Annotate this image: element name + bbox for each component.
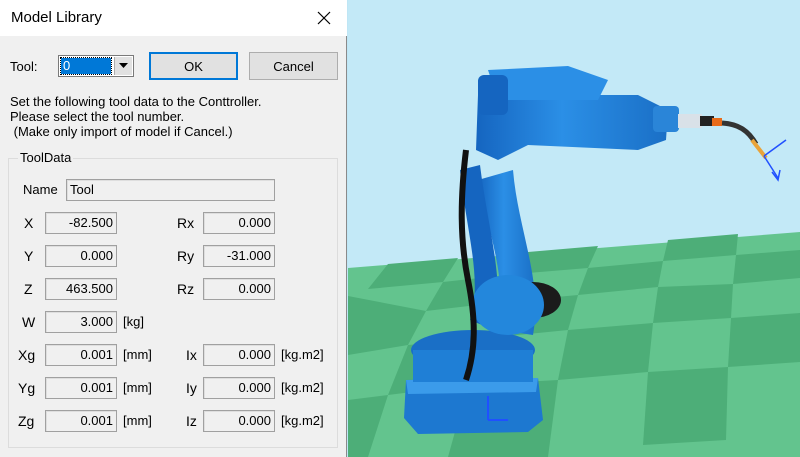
3d-viewport[interactable] bbox=[348, 0, 800, 457]
ix-field[interactable]: 0.000 bbox=[203, 344, 275, 366]
tool-number-value: 0 bbox=[60, 57, 112, 75]
cancel-button[interactable]: Cancel bbox=[249, 52, 338, 80]
tool-number-dropdown[interactable]: 0 bbox=[58, 55, 134, 77]
x-field[interactable]: -82.500 bbox=[45, 212, 117, 234]
w-unit: [kg] bbox=[123, 314, 144, 329]
iz-field[interactable]: 0.000 bbox=[203, 410, 275, 432]
w-field[interactable]: 3.000 bbox=[45, 311, 117, 333]
ry-label: Ry bbox=[177, 248, 195, 264]
xg-label: Xg bbox=[18, 347, 36, 363]
zg-label: Zg bbox=[18, 413, 35, 429]
name-field[interactable]: Tool bbox=[66, 179, 275, 201]
name-label: Name bbox=[23, 182, 58, 197]
close-button[interactable] bbox=[306, 3, 342, 33]
z-field[interactable]: 463.500 bbox=[45, 278, 117, 300]
ry-field[interactable]: -31.000 bbox=[203, 245, 275, 267]
rx-field[interactable]: 0.000 bbox=[203, 212, 275, 234]
x-label: X bbox=[24, 215, 34, 231]
yg-label: Yg bbox=[18, 380, 36, 396]
tooldata-groupbox bbox=[8, 158, 338, 448]
zg-unit: [mm] bbox=[123, 413, 152, 428]
tool-label: Tool: bbox=[10, 59, 38, 74]
rz-label: Rz bbox=[177, 281, 195, 297]
ok-button[interactable]: OK bbox=[149, 52, 238, 80]
tooldata-group-title: ToolData bbox=[18, 150, 74, 165]
model-library-dialog: Model Library Tool: 0 OK Cancel Set the … bbox=[0, 0, 347, 457]
robot-scene bbox=[348, 0, 800, 457]
xg-unit: [mm] bbox=[123, 347, 152, 362]
title-bar[interactable]: Model Library bbox=[0, 0, 347, 36]
z-label: Z bbox=[24, 281, 33, 297]
y-label: Y bbox=[24, 248, 34, 264]
ix-label: Ix bbox=[186, 347, 197, 363]
dropdown-arrow-button[interactable] bbox=[114, 57, 132, 75]
iy-label: Iy bbox=[186, 380, 197, 396]
y-field[interactable]: 0.000 bbox=[45, 245, 117, 267]
iz-label: Iz bbox=[186, 413, 197, 429]
rx-label: Rx bbox=[177, 215, 195, 231]
w-label: W bbox=[22, 314, 36, 330]
ix-unit: [kg.m2] bbox=[281, 347, 324, 362]
info-line: Set the following tool data to the Contt… bbox=[10, 94, 262, 109]
info-line: (Make only import of model if Cancel.) bbox=[10, 124, 233, 139]
yg-unit: [mm] bbox=[123, 380, 152, 395]
dialog-title: Model Library bbox=[11, 9, 102, 26]
iy-unit: [kg.m2] bbox=[281, 380, 324, 395]
instructions-text: Set the following tool data to the Contt… bbox=[10, 94, 262, 139]
yg-field[interactable]: 0.001 bbox=[45, 377, 117, 399]
xg-field[interactable]: 0.001 bbox=[45, 344, 117, 366]
iy-field[interactable]: 0.000 bbox=[203, 377, 275, 399]
zg-field[interactable]: 0.001 bbox=[45, 410, 117, 432]
close-icon bbox=[317, 11, 331, 25]
rz-field[interactable]: 0.000 bbox=[203, 278, 275, 300]
info-line: Please select the tool number. bbox=[10, 109, 185, 124]
iz-unit: [kg.m2] bbox=[281, 413, 324, 428]
chevron-down-icon bbox=[119, 63, 128, 68]
